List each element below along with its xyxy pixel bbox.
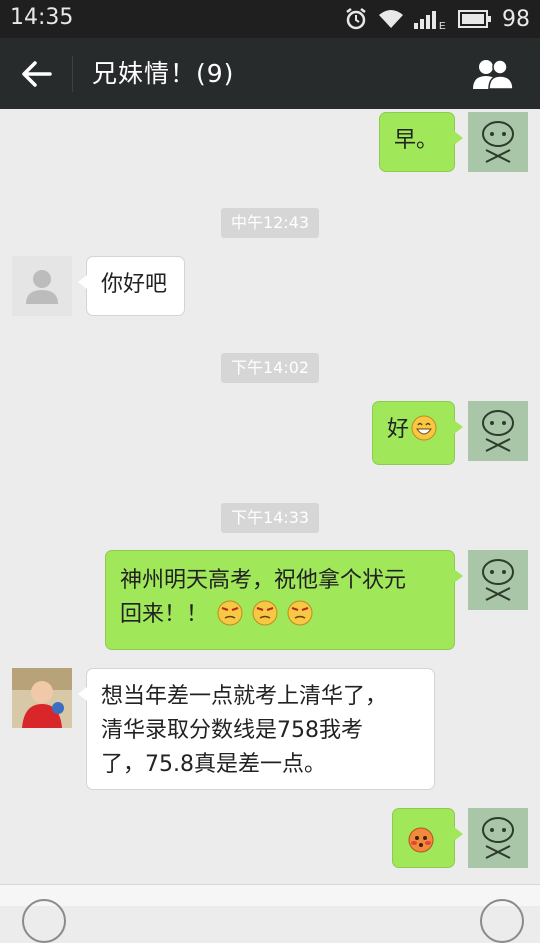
timestamp: 下午14:33	[221, 503, 319, 533]
message-text: 你好吧	[101, 272, 168, 297]
wifi-icon	[379, 10, 403, 28]
my-avatar[interactable]	[468, 112, 528, 172]
my-avatar[interactable]	[468, 401, 528, 461]
more-actions-button[interactable]	[480, 899, 524, 943]
message-bubble-outgoing[interactable]: 神州明天高考，祝他拿个状元 回来！！	[105, 550, 463, 650]
message-text-line: 神州明天高考，祝他拿个状元	[120, 568, 407, 593]
annoyed-emoji	[287, 600, 313, 626]
battery-level: 98	[502, 6, 530, 32]
message-bubble-outgoing[interactable]: 早。	[379, 112, 463, 172]
svg-text:E: E	[439, 21, 446, 30]
annoyed-emoji	[252, 600, 278, 626]
message-text: 早。	[394, 128, 439, 153]
contact-avatar-photo[interactable]	[12, 668, 72, 728]
group-members-icon[interactable]	[472, 58, 514, 90]
message-text: 好	[387, 417, 410, 442]
message-text-line: 了，75.8真是差一点。	[101, 752, 326, 777]
message-text-line: 想当年差一点就考上清华了，	[101, 684, 388, 709]
message-text-line: 清华录取分数线是758我考	[101, 718, 363, 743]
status-icons: E 98	[344, 5, 530, 33]
chat-title: 兄妹情！(9)	[92, 59, 235, 88]
voice-toggle-button[interactable]	[22, 899, 66, 943]
annoyed-emoji	[217, 600, 243, 626]
back-arrow-icon[interactable]	[20, 59, 52, 89]
message-bubble-incoming[interactable]: 想当年差一点就考上清华了， 清华录取分数线是758我考 了，75.8真是差一点。	[78, 668, 435, 790]
timestamp: 中午12:43	[221, 208, 319, 238]
message-bubble-incoming[interactable]: 你好吧	[78, 256, 185, 316]
battery-icon	[458, 10, 491, 28]
blush-emoji	[408, 827, 434, 853]
message-bubble-outgoing[interactable]	[392, 808, 463, 868]
chat-header: 兄妹情！(9)	[0, 38, 540, 109]
my-avatar[interactable]	[468, 808, 528, 868]
grin-emoji	[411, 415, 437, 441]
status-bar: 14:35 E 98	[0, 0, 540, 38]
header-divider	[72, 56, 73, 92]
message-text-line: 回来！！	[120, 598, 440, 632]
alarm-icon	[346, 8, 366, 30]
status-time: 14:35	[10, 5, 74, 30]
input-bar	[0, 884, 540, 943]
signal-icon: E	[414, 11, 446, 30]
my-avatar[interactable]	[468, 550, 528, 610]
message-bubble-outgoing[interactable]: 好	[372, 401, 463, 465]
contact-avatar-default[interactable]	[12, 256, 72, 316]
timestamp: 下午14:02	[221, 353, 319, 383]
